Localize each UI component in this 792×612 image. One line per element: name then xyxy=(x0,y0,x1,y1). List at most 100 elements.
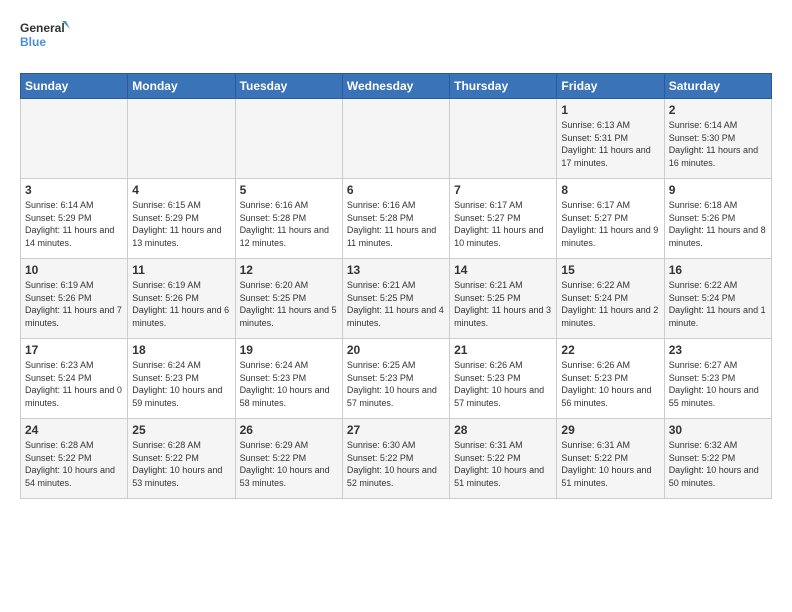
week-row-0: 1Sunrise: 6:13 AM Sunset: 5:31 PM Daylig… xyxy=(21,99,772,179)
calendar-header: SundayMondayTuesdayWednesdayThursdayFrid… xyxy=(21,74,772,99)
day-number: 23 xyxy=(669,343,767,357)
day-number: 1 xyxy=(561,103,659,117)
day-info: Sunrise: 6:23 AM Sunset: 5:24 PM Dayligh… xyxy=(25,359,123,409)
day-cell: 3 Sunrise: 6:14 AM Sunset: 5:29 PM Daylig… xyxy=(21,179,128,259)
day-cell: 18Sunrise: 6:24 AM Sunset: 5:23 PM Dayli… xyxy=(128,339,235,419)
day-cell: 26 Sunrise: 6:29 AM Sunset: 5:22 PM Dayli… xyxy=(235,419,342,499)
day-cell: 6 Sunrise: 6:16 AM Sunset: 5:28 PM Daylig… xyxy=(342,179,449,259)
day-number: 26 xyxy=(240,423,338,437)
day-number: 24 xyxy=(25,423,123,437)
day-info: Sunrise: 6:20 AM Sunset: 5:25 PM Dayligh… xyxy=(240,279,338,329)
day-cell xyxy=(21,99,128,179)
logo: General Blue xyxy=(20,16,70,61)
day-cell: 20Sunrise: 6:25 AM Sunset: 5:23 PM Dayli… xyxy=(342,339,449,419)
day-number: 12 xyxy=(240,263,338,277)
day-cell: 21 Sunrise: 6:26 AM Sunset: 5:23 PM Dayli… xyxy=(450,339,557,419)
day-number: 14 xyxy=(454,263,552,277)
day-number: 27 xyxy=(347,423,445,437)
day-info: Sunrise: 6:30 AM Sunset: 5:22 PM Dayligh… xyxy=(347,439,445,489)
day-cell: 27 Sunrise: 6:30 AM Sunset: 5:22 PM Dayli… xyxy=(342,419,449,499)
day-cell: 16Sunrise: 6:22 AM Sunset: 5:24 PM Dayli… xyxy=(664,259,771,339)
day-number: 9 xyxy=(669,183,767,197)
header-wednesday: Wednesday xyxy=(342,74,449,99)
calendar-container: General Blue SundayMondayTuesdayWednesda… xyxy=(0,0,792,509)
day-info: Sunrise: 6:24 AM Sunset: 5:23 PM Dayligh… xyxy=(132,359,230,409)
day-number: 7 xyxy=(454,183,552,197)
day-info: Sunrise: 6:19 AM Sunset: 5:26 PM Dayligh… xyxy=(132,279,230,329)
day-number: 22 xyxy=(561,343,659,357)
calendar-body: 1Sunrise: 6:13 AM Sunset: 5:31 PM Daylig… xyxy=(21,99,772,499)
logo-svg: General Blue xyxy=(20,16,70,61)
svg-text:General: General xyxy=(20,21,65,35)
day-cell: 17 Sunrise: 6:23 AM Sunset: 5:24 PM Dayli… xyxy=(21,339,128,419)
day-cell: 7 Sunrise: 6:17 AM Sunset: 5:27 PM Daylig… xyxy=(450,179,557,259)
day-cell: 24 Sunrise: 6:28 AM Sunset: 5:22 PM Dayli… xyxy=(21,419,128,499)
day-info: Sunrise: 6:26 AM Sunset: 5:23 PM Dayligh… xyxy=(561,359,659,409)
day-number: 13 xyxy=(347,263,445,277)
day-cell: 5 Sunrise: 6:16 AM Sunset: 5:28 PM Daylig… xyxy=(235,179,342,259)
header-monday: Monday xyxy=(128,74,235,99)
day-cell: 28 Sunrise: 6:31 AM Sunset: 5:22 PM Dayli… xyxy=(450,419,557,499)
day-cell: 29 Sunrise: 6:31 AM Sunset: 5:22 PM Dayli… xyxy=(557,419,664,499)
day-cell: 14 Sunrise: 6:21 AM Sunset: 5:25 PM Dayli… xyxy=(450,259,557,339)
day-cell xyxy=(235,99,342,179)
day-info: Sunrise: 6:21 AM Sunset: 5:25 PM Dayligh… xyxy=(454,279,552,329)
day-info: Sunrise: 6:19 AM Sunset: 5:26 PM Dayligh… xyxy=(25,279,123,329)
day-number: 5 xyxy=(240,183,338,197)
day-number: 29 xyxy=(561,423,659,437)
day-cell: 22 Sunrise: 6:26 AM Sunset: 5:23 PM Dayli… xyxy=(557,339,664,419)
day-cell: 13 Sunrise: 6:21 AM Sunset: 5:25 PM Dayli… xyxy=(342,259,449,339)
day-cell: 4Sunrise: 6:15 AM Sunset: 5:29 PM Daylig… xyxy=(128,179,235,259)
day-cell: 23 Sunrise: 6:27 AM Sunset: 5:23 PM Dayli… xyxy=(664,339,771,419)
day-cell xyxy=(450,99,557,179)
week-row-1: 3 Sunrise: 6:14 AM Sunset: 5:29 PM Daylig… xyxy=(21,179,772,259)
day-info: Sunrise: 6:24 AM Sunset: 5:23 PM Dayligh… xyxy=(240,359,338,409)
day-cell: 30 Sunrise: 6:32 AM Sunset: 5:22 PM Dayli… xyxy=(664,419,771,499)
day-info: Sunrise: 6:14 AM Sunset: 5:29 PM Dayligh… xyxy=(25,199,123,249)
day-info: Sunrise: 6:16 AM Sunset: 5:28 PM Dayligh… xyxy=(240,199,338,249)
header-thursday: Thursday xyxy=(450,74,557,99)
header-tuesday: Tuesday xyxy=(235,74,342,99)
day-info: Sunrise: 6:31 AM Sunset: 5:22 PM Dayligh… xyxy=(454,439,552,489)
day-number: 4 xyxy=(132,183,230,197)
day-info: Sunrise: 6:28 AM Sunset: 5:22 PM Dayligh… xyxy=(25,439,123,489)
day-info: Sunrise: 6:31 AM Sunset: 5:22 PM Dayligh… xyxy=(561,439,659,489)
day-info: Sunrise: 6:27 AM Sunset: 5:23 PM Dayligh… xyxy=(669,359,767,409)
header-sunday: Sunday xyxy=(21,74,128,99)
day-number: 28 xyxy=(454,423,552,437)
day-info: Sunrise: 6:17 AM Sunset: 5:27 PM Dayligh… xyxy=(454,199,552,249)
day-number: 3 xyxy=(25,183,123,197)
day-cell: 15 Sunrise: 6:22 AM Sunset: 5:24 PM Dayli… xyxy=(557,259,664,339)
day-number: 6 xyxy=(347,183,445,197)
day-cell: 2Sunrise: 6:14 AM Sunset: 5:30 PM Daylig… xyxy=(664,99,771,179)
header-friday: Friday xyxy=(557,74,664,99)
day-number: 15 xyxy=(561,263,659,277)
week-row-3: 17 Sunrise: 6:23 AM Sunset: 5:24 PM Dayli… xyxy=(21,339,772,419)
header-row: SundayMondayTuesdayWednesdayThursdayFrid… xyxy=(21,74,772,99)
day-number: 17 xyxy=(25,343,123,357)
day-info: Sunrise: 6:16 AM Sunset: 5:28 PM Dayligh… xyxy=(347,199,445,249)
day-number: 8 xyxy=(561,183,659,197)
day-number: 21 xyxy=(454,343,552,357)
day-number: 11 xyxy=(132,263,230,277)
day-cell xyxy=(342,99,449,179)
day-cell: 11 Sunrise: 6:19 AM Sunset: 5:26 PM Dayli… xyxy=(128,259,235,339)
day-info: Sunrise: 6:25 AM Sunset: 5:23 PM Dayligh… xyxy=(347,359,445,409)
day-number: 19 xyxy=(240,343,338,357)
day-cell: 10Sunrise: 6:19 AM Sunset: 5:26 PM Dayli… xyxy=(21,259,128,339)
day-info: Sunrise: 6:29 AM Sunset: 5:22 PM Dayligh… xyxy=(240,439,338,489)
day-info: Sunrise: 6:21 AM Sunset: 5:25 PM Dayligh… xyxy=(347,279,445,329)
day-number: 25 xyxy=(132,423,230,437)
week-row-4: 24 Sunrise: 6:28 AM Sunset: 5:22 PM Dayli… xyxy=(21,419,772,499)
day-info: Sunrise: 6:26 AM Sunset: 5:23 PM Dayligh… xyxy=(454,359,552,409)
day-info: Sunrise: 6:17 AM Sunset: 5:27 PM Dayligh… xyxy=(561,199,659,249)
calendar-table: SundayMondayTuesdayWednesdayThursdayFrid… xyxy=(20,73,772,499)
day-number: 30 xyxy=(669,423,767,437)
day-cell: 1Sunrise: 6:13 AM Sunset: 5:31 PM Daylig… xyxy=(557,99,664,179)
day-info: Sunrise: 6:28 AM Sunset: 5:22 PM Dayligh… xyxy=(132,439,230,489)
day-info: Sunrise: 6:32 AM Sunset: 5:22 PM Dayligh… xyxy=(669,439,767,489)
header-saturday: Saturday xyxy=(664,74,771,99)
week-row-2: 10Sunrise: 6:19 AM Sunset: 5:26 PM Dayli… xyxy=(21,259,772,339)
day-cell: 8 Sunrise: 6:17 AM Sunset: 5:27 PM Daylig… xyxy=(557,179,664,259)
day-info: Sunrise: 6:22 AM Sunset: 5:24 PM Dayligh… xyxy=(561,279,659,329)
